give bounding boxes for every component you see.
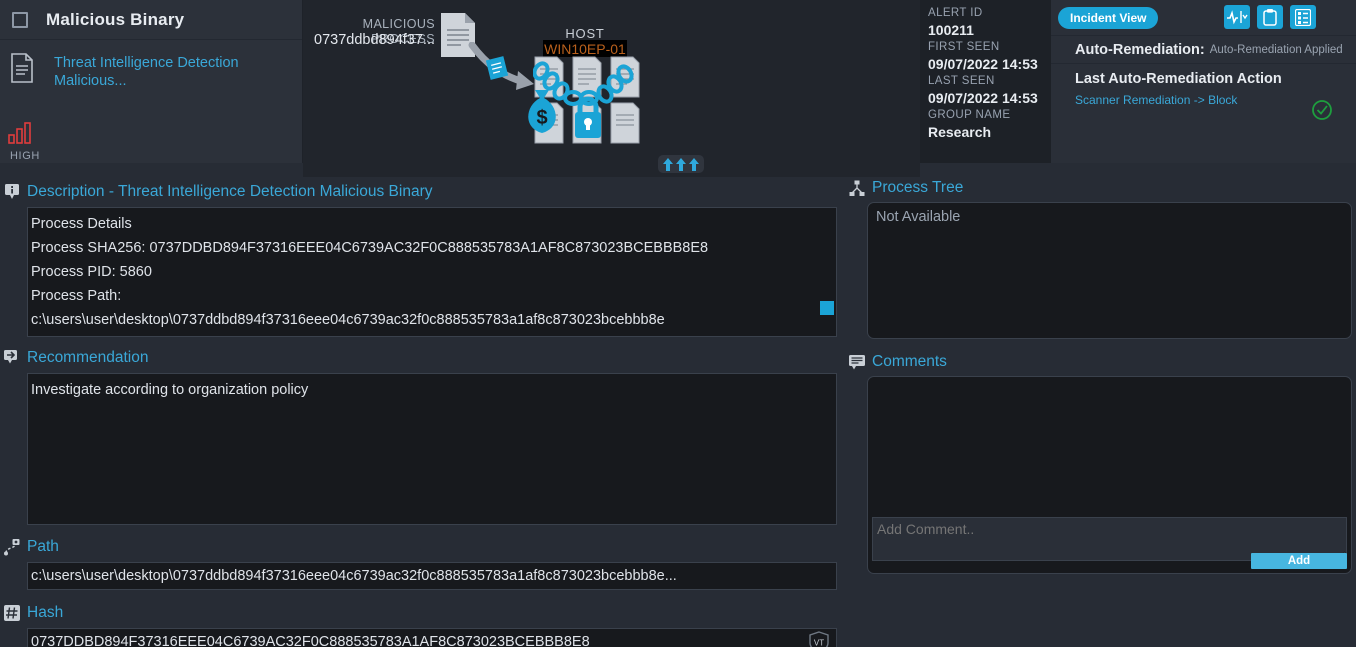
first-seen-label: FIRST SEEN: [928, 41, 1000, 53]
auto-remediation-row: Auto-Remediation: Auto-Remediation Appli…: [1051, 36, 1356, 64]
money-bag-icon: $: [528, 90, 556, 133]
description-scrollbar-thumb[interactable]: [820, 301, 834, 315]
clipboard-icon: [1263, 8, 1277, 26]
auto-remediation-label: Auto-Remediation:: [1075, 41, 1205, 58]
info-bubble-icon: [5, 184, 19, 199]
description-line: c:\users\user\desktop\0737ddbd894f37316e…: [31, 312, 665, 328]
add-comment-button[interactable]: Add: [1251, 553, 1347, 569]
description-line: Process SHA256: 0737DDBD894F37316EEE04C6…: [31, 240, 709, 256]
description-line: Process Path:: [31, 288, 122, 304]
last-seen-label: LAST SEEN: [928, 75, 995, 87]
first-seen-value: 09/07/2022 14:53: [928, 56, 1038, 72]
header: Malicious Binary Threat Intelligence Det…: [0, 0, 1356, 177]
alert-id-value: 100211: [928, 22, 974, 38]
host-label: HOST: [565, 26, 605, 41]
process-tree-icon: [849, 180, 865, 196]
description-header: Description - Threat Intelligence Detect…: [0, 181, 840, 203]
attack-graphic: MALICIOUS PROCESS 0737ddbd894f37... HOST…: [303, 0, 920, 177]
severity-indicator: HIGH: [8, 122, 58, 162]
activity-pulse-icon: [1227, 9, 1248, 24]
last-seen-value: 09/07/2022 14:53: [928, 90, 1038, 106]
arrow-up-icon: [676, 157, 686, 171]
virustotal-badge-icon[interactable]: VT: [806, 630, 832, 647]
severity-bars-icon: [8, 122, 31, 144]
hash-field[interactable]: 0737DDBD894F37316EEE04C6739AC32F0C888535…: [27, 628, 837, 647]
path-field[interactable]: c:\users\user\desktop\0737ddbd894f37316e…: [27, 562, 837, 590]
last-action-heading: Last Auto-Remediation Action: [1075, 71, 1282, 87]
comments-header: Comments: [845, 351, 1356, 373]
incident-view-button[interactable]: Incident View: [1058, 7, 1159, 29]
auto-remediation-status: Auto-Remediation Applied: [1209, 43, 1343, 56]
alert-metadata-panel: ALERT ID 100211 FIRST SEEN 09/07/2022 14…: [920, 0, 1051, 163]
success-check-icon: [1312, 100, 1332, 120]
recommendation-header: Recommendation: [0, 347, 840, 369]
comments-title: Comments: [872, 353, 947, 370]
group-name-value: Research: [928, 124, 992, 140]
remediation-panel: Incident View Auto-Remediation: Auto-Rem…: [1051, 0, 1356, 163]
alert-summary-body: Threat Intelligence Detection Malicious.…: [0, 40, 302, 162]
recommendation-title: Recommendation: [27, 349, 149, 366]
malicious-process-hash: 0737ddbd894f37...: [314, 32, 435, 48]
path-route-icon: [4, 539, 20, 556]
details-list-button[interactable]: [1290, 5, 1316, 29]
hash-title: Hash: [27, 604, 64, 621]
arrow-up-icon: [663, 157, 673, 171]
clipboard-button[interactable]: [1257, 5, 1283, 29]
document-icon: [11, 53, 33, 83]
hash-icon: [4, 605, 20, 621]
comment-icon: [849, 355, 865, 370]
description-line: Process Details: [31, 216, 132, 232]
activity-chart-button[interactable]: [1224, 5, 1250, 29]
last-action-row: Last Auto-Remediation Action Scanner Rem…: [1051, 64, 1356, 107]
left-column: Description - Threat Intelligence Detect…: [0, 177, 840, 647]
remediation-toolbar: Incident View: [1051, 0, 1356, 36]
process-tree-content: Not Available: [876, 209, 961, 225]
recommendation-text: Investigate according to organization po…: [31, 382, 309, 398]
alert-rule-link[interactable]: Threat Intelligence Detection Malicious.…: [54, 54, 254, 90]
arrow-up-icon: [689, 157, 699, 171]
svg-text:VT: VT: [814, 639, 824, 647]
path-header: Path: [0, 536, 840, 558]
description-panel[interactable]: Process Details Process SHA256: 0737DDBD…: [27, 207, 837, 337]
comments-panel: Add: [867, 376, 1352, 574]
process-tree-panel[interactable]: Not Available: [867, 202, 1352, 339]
description-line: Process PID: 5860: [31, 264, 152, 280]
alert-id-label: ALERT ID: [928, 7, 983, 19]
alert-summary-panel: Malicious Binary Threat Intelligence Det…: [0, 0, 303, 163]
svg-text:$: $: [536, 107, 547, 129]
recommendation-flag-icon: [4, 350, 17, 364]
detail-body: Description - Threat Intelligence Detect…: [0, 177, 1356, 647]
alert-title: Malicious Binary: [46, 9, 185, 29]
process-tree-title: Process Tree: [872, 179, 964, 196]
right-column: Process Tree Not Available Comments Add: [845, 177, 1356, 574]
process-tree-header: Process Tree: [845, 177, 1356, 199]
expand-arrows-button[interactable]: [658, 155, 704, 173]
hash-header: Hash: [0, 602, 840, 624]
recommendation-panel[interactable]: Investigate according to organization po…: [27, 373, 837, 525]
description-title: Description - Threat Intelligence Detect…: [27, 183, 433, 200]
alert-detail-view: Malicious Binary Threat Intelligence Det…: [0, 0, 1356, 647]
path-title: Path: [27, 538, 59, 555]
list-icon: [1295, 8, 1311, 26]
alert-select-checkbox[interactable]: [12, 11, 28, 28]
severity-label: HIGH: [10, 150, 40, 162]
group-name-label: GROUP NAME: [928, 109, 1011, 121]
alert-title-row: Malicious Binary: [0, 0, 302, 40]
hash-value: 0737DDBD894F37316EEE04C6739AC32F0C888535…: [31, 634, 590, 647]
